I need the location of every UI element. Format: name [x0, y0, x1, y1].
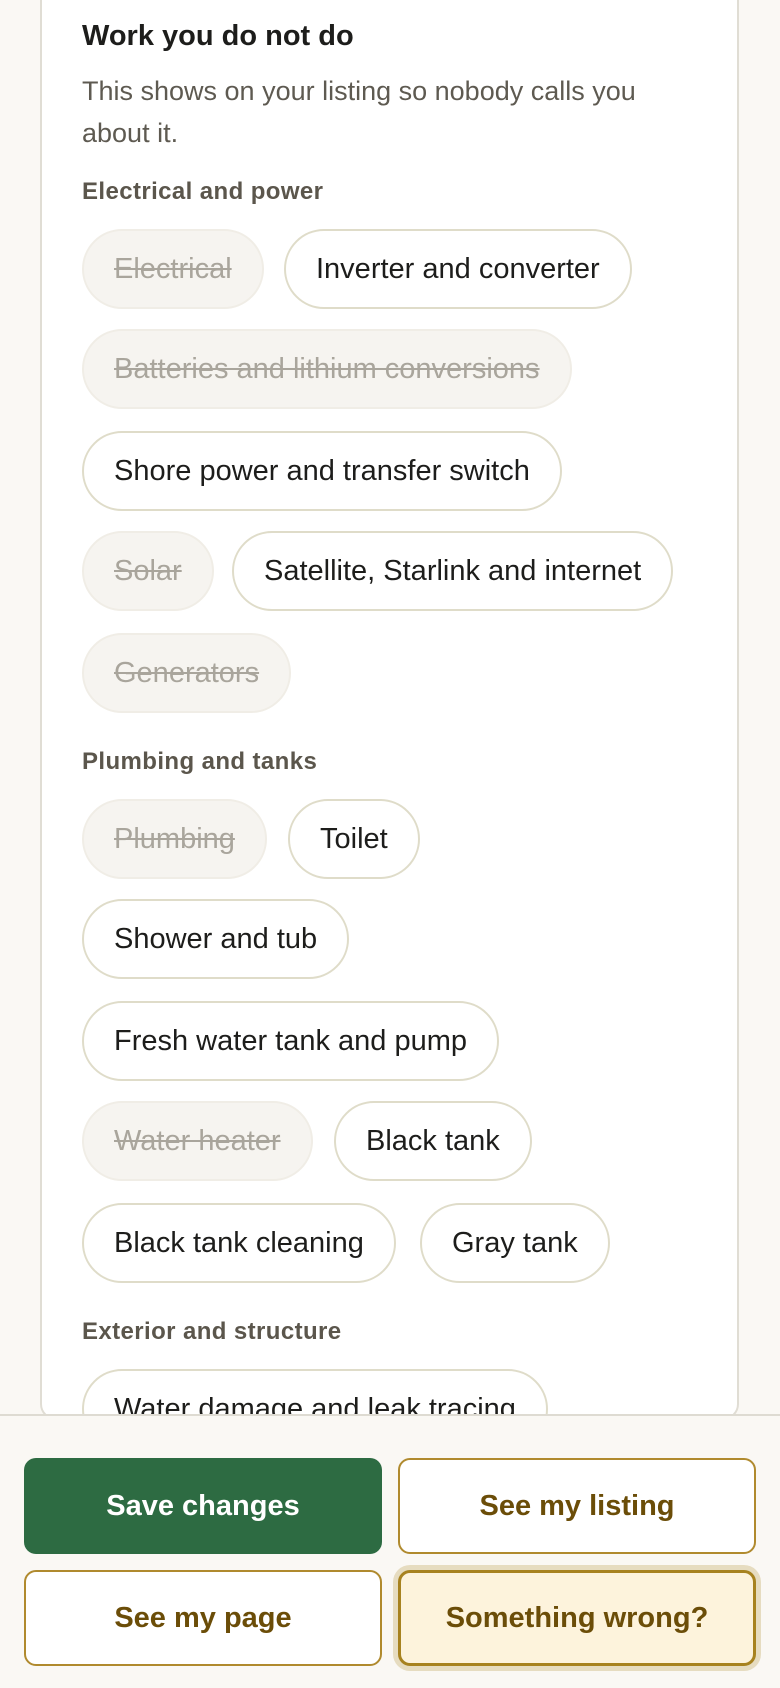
chip-satellite-starlink[interactable]: Satellite, Starlink and internet [232, 531, 674, 611]
chip-generators[interactable]: Generators [82, 633, 292, 713]
chip-batteries-and-lithium[interactable]: Batteries and lithium conversions [82, 329, 572, 409]
group-heading-exterior: Exterior and structure [82, 1318, 342, 1345]
chip-black-tank[interactable]: Black tank [334, 1101, 532, 1181]
chip-water-heater[interactable]: Water heater [82, 1101, 313, 1181]
chip-gray-tank[interactable]: Gray tank [420, 1203, 610, 1283]
group-heading-electrical: Electrical and power [82, 178, 324, 205]
save-changes-button[interactable]: Save changes [24, 1458, 382, 1554]
see-my-listing-button[interactable]: See my listing [398, 1458, 756, 1554]
chip-black-tank-cleaning[interactable]: Black tank cleaning [82, 1203, 396, 1283]
section-title: Work you do not do [82, 20, 354, 52]
chip-electrical[interactable]: Electrical [82, 229, 264, 309]
chip-solar[interactable]: Solar [82, 531, 214, 611]
chip-plumbing[interactable]: Plumbing [82, 799, 267, 879]
chip-fresh-water-tank[interactable]: Fresh water tank and pump [82, 1001, 500, 1081]
something-wrong-button[interactable]: Something wrong? [398, 1570, 756, 1666]
chip-toilet[interactable]: Toilet [288, 799, 420, 879]
chip-inverter-and-converter[interactable]: Inverter and converter [284, 229, 632, 309]
bottom-action-bar: Save changes See my listing See my page … [0, 1414, 780, 1688]
see-my-page-button[interactable]: See my page [24, 1570, 382, 1666]
group-heading-plumbing: Plumbing and tanks [82, 748, 318, 775]
section-description: This shows on your listing so nobody cal… [82, 76, 636, 148]
chip-shore-power[interactable]: Shore power and transfer switch [82, 431, 562, 511]
chip-shower-and-tub[interactable]: Shower and tub [82, 899, 350, 979]
